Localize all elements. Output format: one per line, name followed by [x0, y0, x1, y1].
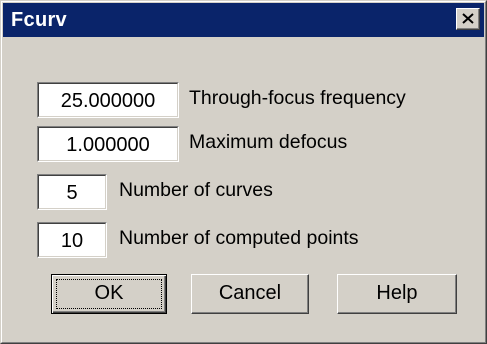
fcurv-dialog: Fcurv 25.000000 Through-focus frequency … — [0, 0, 487, 344]
dialog-title: Fcurv — [11, 9, 67, 31]
maximum-defocus-value[interactable]: 1.000000 — [38, 127, 178, 161]
through-focus-frequency-value[interactable]: 25.000000 — [38, 83, 178, 117]
number-of-curves-label: Number of curves — [119, 179, 273, 201]
close-button[interactable] — [456, 8, 480, 30]
maximum-defocus-field[interactable]: 1.000000 — [37, 126, 179, 162]
through-focus-frequency-field[interactable]: 25.000000 — [37, 82, 179, 118]
number-of-computed-points-label: Number of computed points — [119, 227, 359, 249]
focus-rectangle — [56, 279, 162, 309]
close-icon — [462, 13, 474, 24]
number-of-curves-field[interactable]: 5 — [37, 174, 107, 210]
number-of-computed-points-field[interactable]: 10 — [37, 222, 107, 258]
title-bar[interactable]: Fcurv — [3, 3, 484, 37]
help-button[interactable]: Help — [337, 274, 457, 314]
through-focus-frequency-label: Through-focus frequency — [189, 87, 406, 109]
number-of-computed-points-value[interactable]: 10 — [38, 223, 106, 257]
cancel-button-label: Cancel — [218, 282, 282, 304]
number-of-curves-value[interactable]: 5 — [38, 175, 106, 209]
cancel-button[interactable]: Cancel — [191, 274, 309, 314]
help-button-label: Help — [376, 282, 418, 304]
maximum-defocus-label: Maximum defocus — [189, 131, 348, 153]
ok-button[interactable]: OK — [51, 274, 167, 314]
